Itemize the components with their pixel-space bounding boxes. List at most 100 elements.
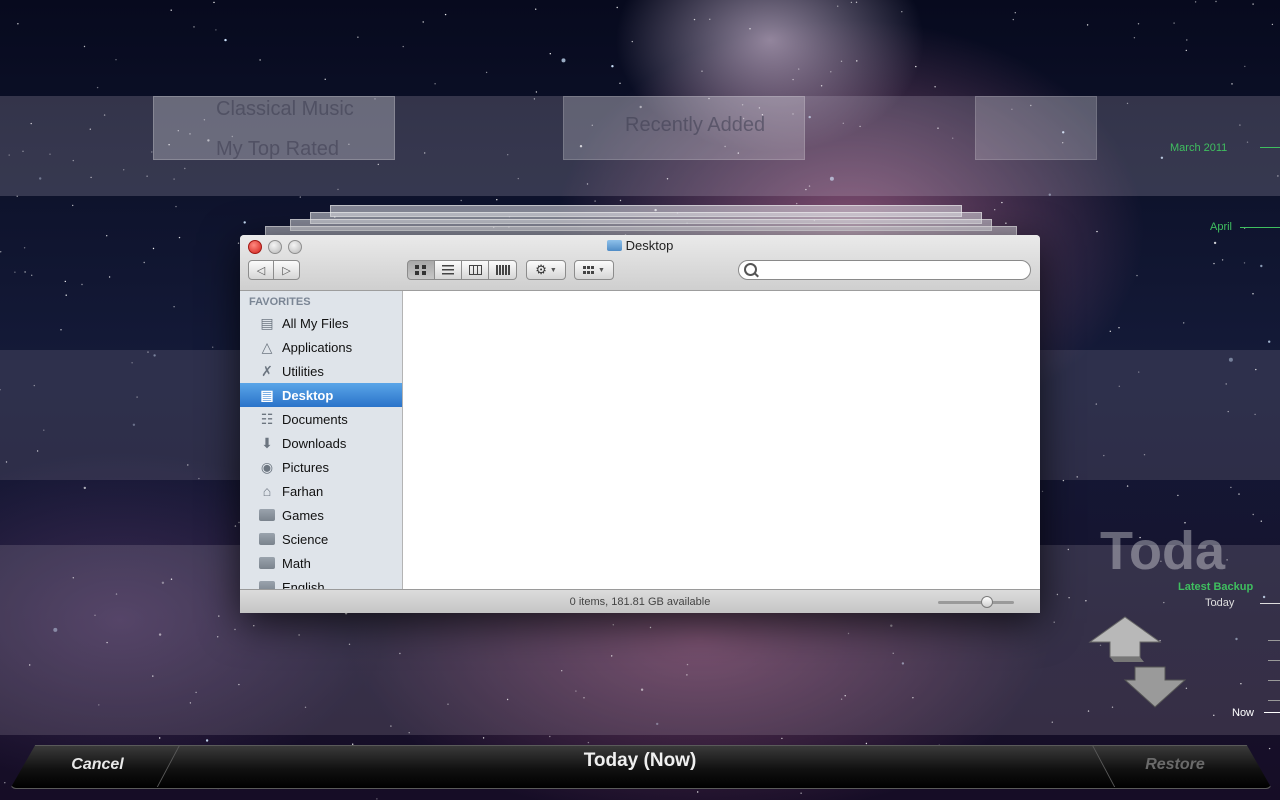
sidebar-heading-favorites: FAVORITES <box>249 296 311 308</box>
sidebar-item-downloads[interactable]: ⬇ Downloads <box>240 431 402 455</box>
star <box>901 11 903 13</box>
sidebar-item-label: All My Files <box>282 315 349 331</box>
star <box>205 739 209 742</box>
star <box>173 306 175 308</box>
sidebar-item-label: Documents <box>282 411 348 427</box>
current-time-label: Today (Now) <box>583 750 697 771</box>
star <box>619 199 622 202</box>
star <box>1221 259 1224 261</box>
star <box>4 782 6 784</box>
star <box>224 38 227 42</box>
pictures-icon: ◉ <box>260 458 274 475</box>
star <box>178 236 181 239</box>
forward-arrow-icon: ▷ <box>282 264 291 277</box>
column-view-button[interactable] <box>461 260 489 280</box>
column-view-icon <box>468 265 482 275</box>
list-view-button[interactable] <box>434 260 462 280</box>
arrange-menu-button[interactable]: ▼ <box>574 260 614 280</box>
star <box>850 1 853 4</box>
sidebar-item-label: Science <box>282 531 329 547</box>
sidebar-item-label: Utilities <box>282 363 324 379</box>
sidebar-item-applications[interactable]: △ Applications <box>240 335 402 359</box>
star <box>701 70 703 72</box>
star <box>23 247 26 249</box>
timeline-label-latest-backup[interactable]: Latest Backup <box>1178 581 1253 593</box>
star <box>115 59 117 61</box>
forward-button[interactable]: ▷ <box>273 260 300 280</box>
star <box>1173 22 1175 24</box>
sidebar-item-documents[interactable]: ☷ Documents <box>240 407 402 431</box>
star <box>213 1 215 4</box>
search-icon <box>744 263 757 276</box>
file-content-area[interactable] <box>403 291 1040 589</box>
folder-icon <box>258 555 276 571</box>
sidebar-item-label: Desktop <box>282 387 334 403</box>
timeline-label-april[interactable]: April <box>1210 221 1232 233</box>
ghost-label-classical-music: Classical Music <box>216 98 354 120</box>
star <box>611 65 614 68</box>
star <box>81 283 83 286</box>
cancel-button[interactable]: Cancel <box>30 751 165 779</box>
star <box>17 23 19 25</box>
sidebar-item-math[interactable]: Math <box>240 551 402 575</box>
sidebar-item-pictures[interactable]: ◉ Pictures <box>240 455 402 479</box>
folder-icon <box>258 579 276 589</box>
star <box>106 235 108 237</box>
star <box>434 83 436 85</box>
star <box>1260 264 1263 268</box>
timeline-tick <box>1268 700 1280 701</box>
star <box>855 1 858 3</box>
star <box>792 78 794 81</box>
star <box>934 86 936 88</box>
timeline-label-today[interactable]: Today <box>1205 597 1234 609</box>
sidebar-item-utilities[interactable]: ✗ Utilities <box>240 359 402 383</box>
star <box>496 199 498 201</box>
star <box>856 60 858 62</box>
downloads-icon: ⬇ <box>261 434 273 451</box>
star <box>631 40 633 43</box>
sidebar-item-english[interactable]: English <box>240 575 402 589</box>
window-title-text: Desktop <box>625 238 674 253</box>
star <box>865 742 868 745</box>
star <box>422 21 424 23</box>
back-in-time-arrow-icon[interactable] <box>1088 616 1162 662</box>
sidebar-item-all-my-files[interactable]: ▤ All My Files <box>240 311 402 335</box>
back-button[interactable]: ◁ <box>248 260 274 280</box>
icon-size-slider[interactable] <box>938 601 1014 604</box>
gear-icon: ⚙ <box>535 262 547 277</box>
star <box>1238 493 1240 495</box>
star <box>535 8 537 10</box>
timeline-label-now[interactable]: Now <box>1232 707 1254 719</box>
cover-flow-button[interactable] <box>488 260 517 280</box>
applications-icon: △ <box>261 338 273 355</box>
timeline-tick <box>1260 147 1280 148</box>
star <box>1186 39 1188 41</box>
star <box>1137 23 1140 25</box>
star <box>1194 1 1197 3</box>
star <box>994 209 996 211</box>
folder-icon <box>258 531 276 547</box>
timeline-label-march[interactable]: March 2011 <box>1170 142 1227 154</box>
star <box>485 71 488 74</box>
star <box>143 261 145 264</box>
search-input[interactable] <box>738 260 1031 280</box>
action-menu-button[interactable]: ⚙ ▼ <box>526 260 566 280</box>
sidebar-item-desktop[interactable]: ▤ Desktop <box>240 383 402 407</box>
restore-button[interactable]: Restore <box>1100 751 1250 779</box>
forward-in-time-arrow-icon[interactable] <box>1123 666 1187 708</box>
star <box>1260 520 1263 522</box>
icon-view-button[interactable] <box>407 260 435 280</box>
star <box>1177 494 1179 497</box>
sidebar-item-label: English <box>282 579 325 590</box>
star <box>1005 222 1007 224</box>
star <box>1231 83 1233 85</box>
star <box>1213 262 1215 265</box>
star <box>324 78 326 81</box>
star <box>352 743 354 745</box>
star <box>561 58 566 63</box>
star <box>1012 18 1014 21</box>
sidebar-item-science[interactable]: Science <box>240 527 402 551</box>
sidebar-item-games[interactable]: Games <box>240 503 402 527</box>
sidebar-item-farhan[interactable]: ⌂ Farhan <box>240 479 402 503</box>
sidebar-item-label: Games <box>282 507 324 523</box>
